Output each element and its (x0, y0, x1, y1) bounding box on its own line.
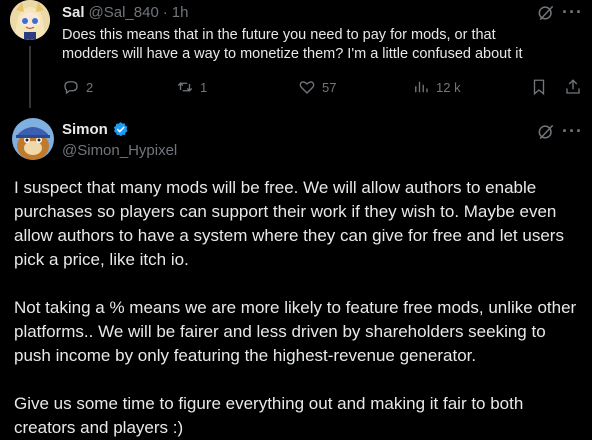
sal-display-name[interactable]: Sal (62, 4, 85, 21)
sal-tweet-line-2: modders will have a way to monetize them… (62, 46, 523, 62)
bookmark-icon (533, 79, 545, 96)
heart-icon (299, 81, 315, 94)
more-icon: ··· (562, 2, 583, 22)
repost-icon (177, 82, 193, 92)
share-icon (566, 79, 580, 94)
views-count: 12 k (436, 79, 461, 95)
bookmark-button[interactable] (530, 78, 548, 96)
grok-button-main[interactable] (536, 122, 556, 147)
grok-icon (538, 5, 554, 21)
verified-icon (113, 122, 128, 137)
repost-count: 1 (200, 79, 208, 95)
simon-tweet-body: I suspect that many mods will be free. W… (14, 176, 580, 440)
sal-tweet-text: Does this means that in the future you n… (62, 26, 582, 64)
sal-handle[interactable]: @Sal_840 (89, 4, 159, 21)
sal-tweet-line-1: Does this means that in the future you n… (62, 27, 496, 43)
simon-header: Simon (62, 121, 129, 138)
repost-button[interactable]: 1 (176, 78, 207, 96)
thread-line (29, 46, 31, 108)
sal-timestamp[interactable]: 1h (172, 4, 189, 21)
simon-handle[interactable]: @Simon_Hypixel (62, 142, 177, 159)
more-button-reply[interactable]: ··· (562, 2, 583, 23)
sal-header: Sal @Sal_840 · 1h (62, 4, 188, 21)
share-button[interactable] (564, 78, 582, 96)
tweet-paragraph: Give us some time to figure everything o… (14, 394, 524, 437)
separator-dot: · (162, 4, 168, 21)
more-icon: ··· (562, 121, 583, 141)
reply-button[interactable]: 2 (62, 78, 93, 96)
like-button[interactable]: 57 (298, 78, 336, 96)
views-button[interactable]: 12 k (412, 78, 461, 96)
grok-button-reply[interactable] (536, 3, 556, 28)
views-icon (415, 81, 428, 93)
sal-avatar[interactable] (10, 0, 50, 40)
like-count: 57 (322, 79, 337, 95)
grok-icon (538, 124, 554, 140)
tweet-paragraph: Not taking a % means we are more likely … (14, 298, 577, 365)
reply-icon (64, 81, 78, 95)
more-button-main[interactable]: ··· (562, 121, 583, 142)
reply-count: 2 (86, 79, 94, 95)
tweet-paragraph: I suspect that many mods will be free. W… (14, 178, 564, 269)
simon-avatar[interactable] (12, 118, 54, 160)
simon-display-name[interactable]: Simon (62, 121, 108, 138)
